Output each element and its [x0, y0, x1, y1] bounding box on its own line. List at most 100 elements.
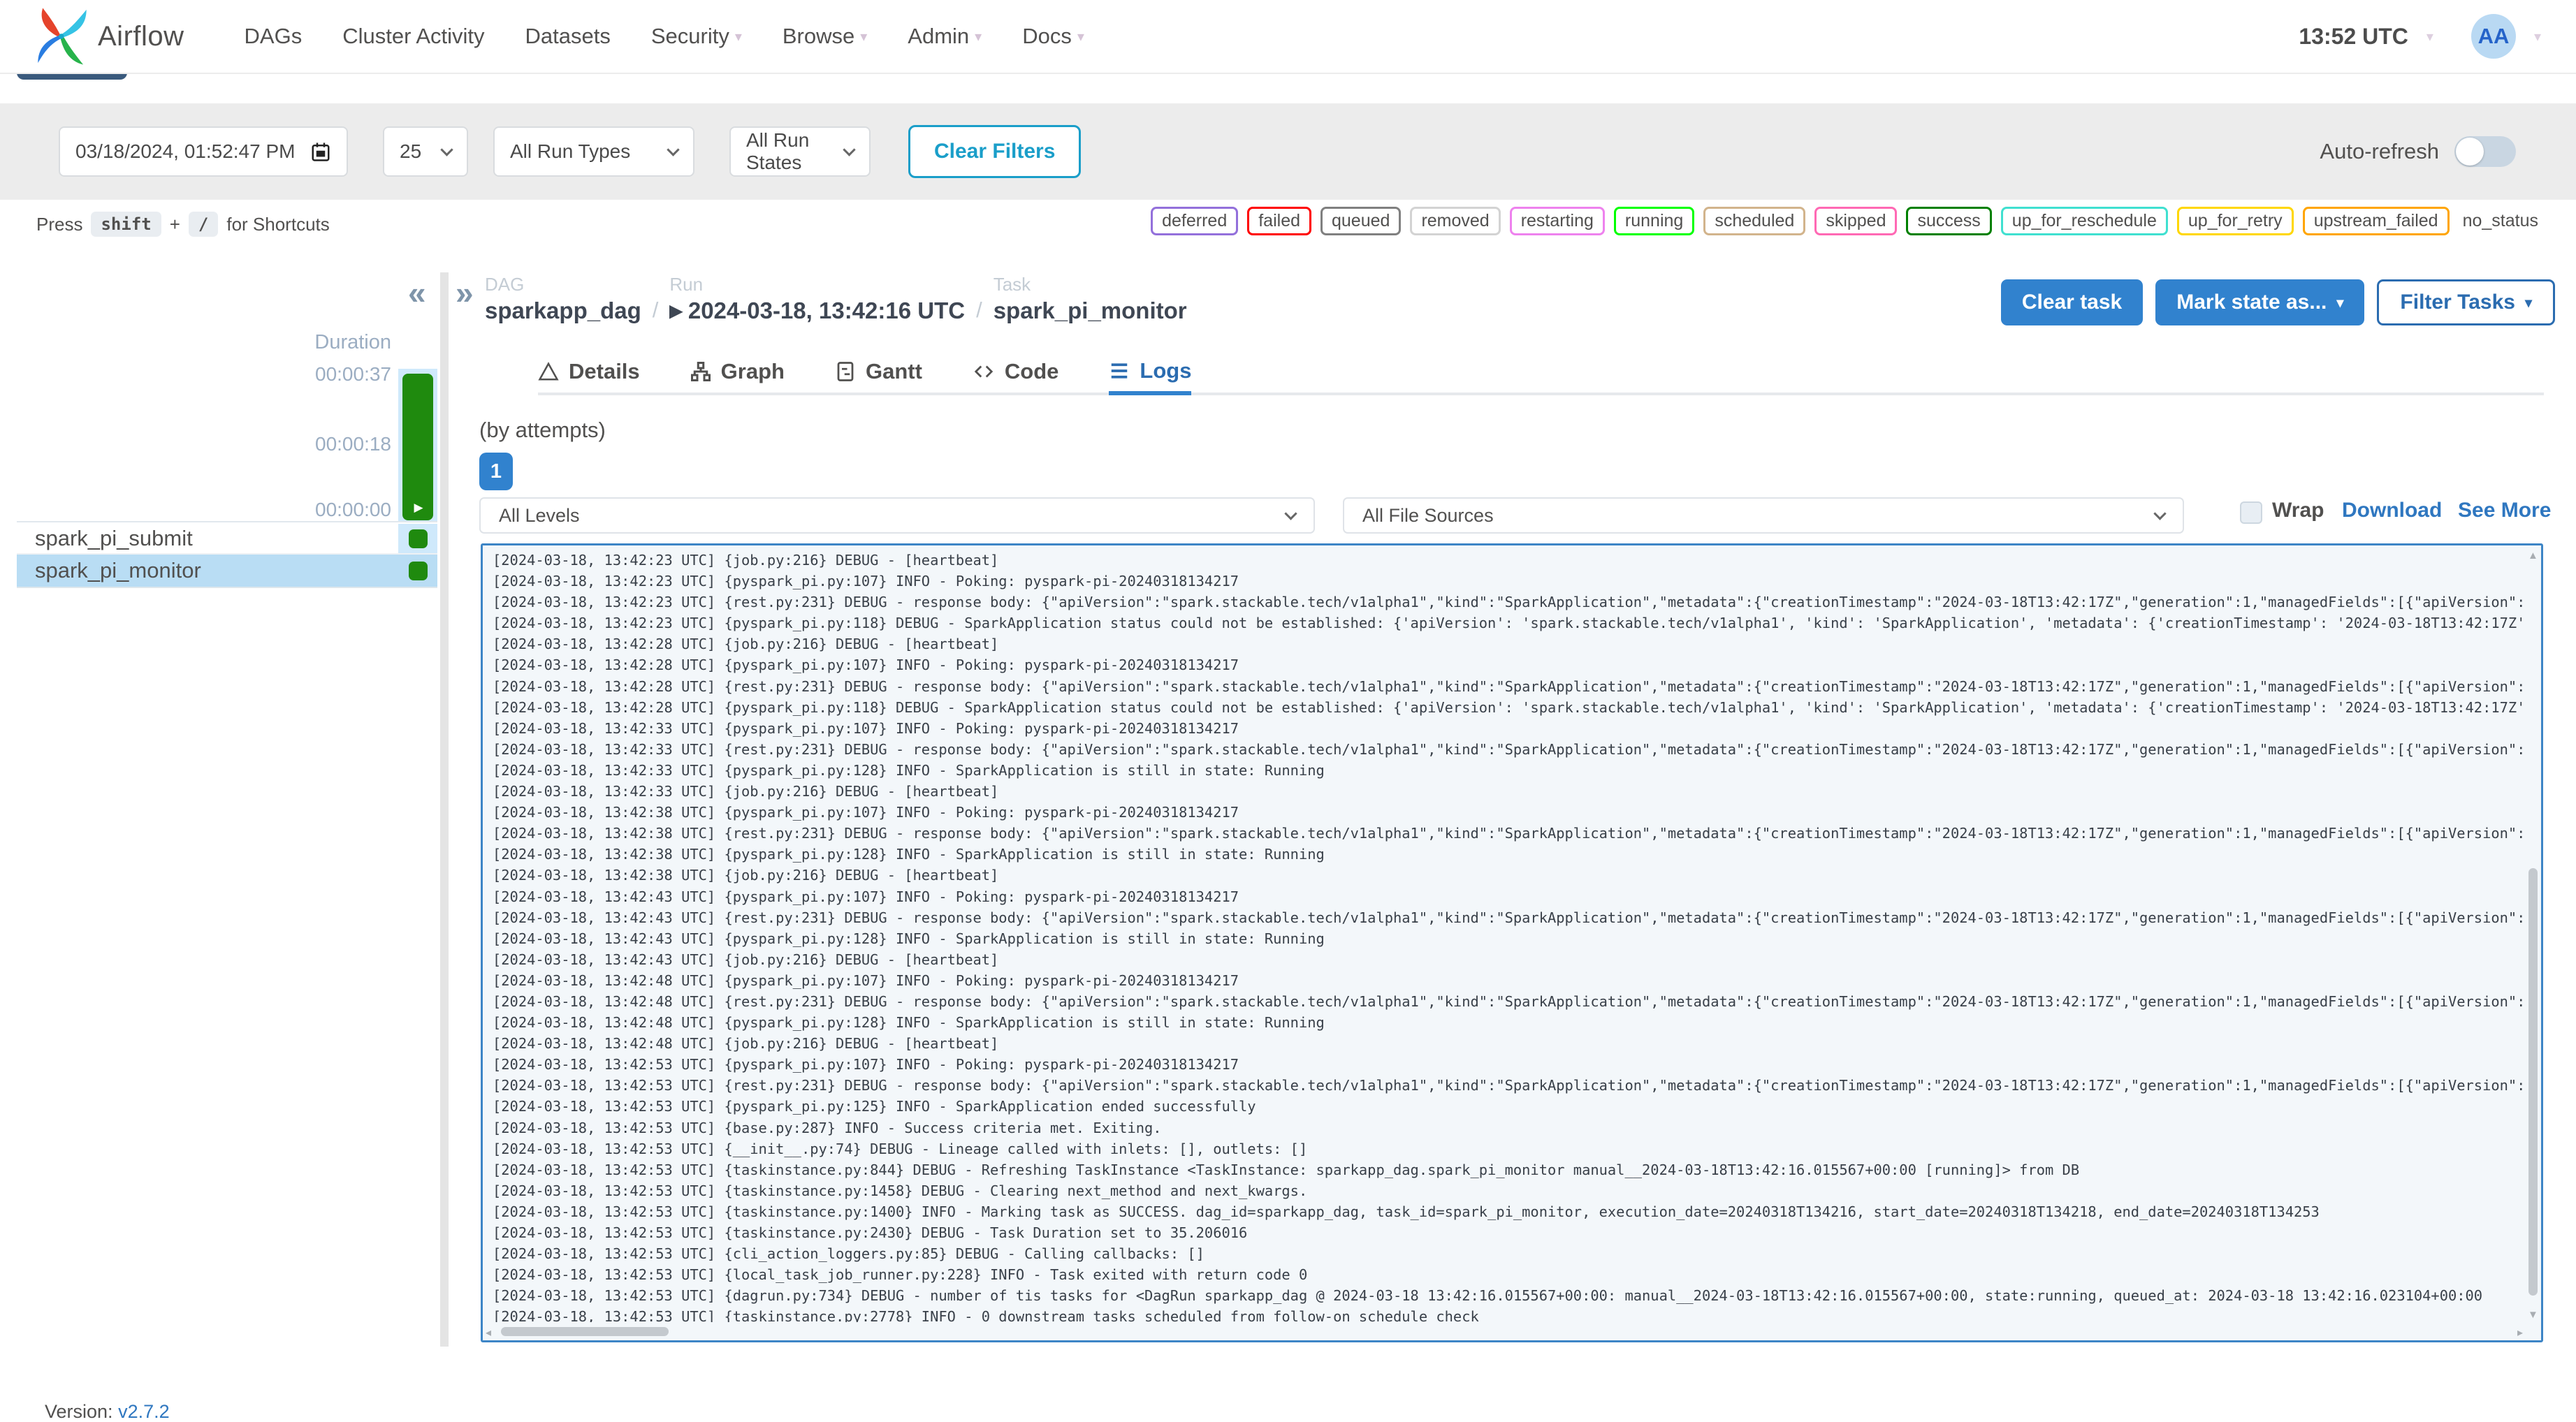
legend-badge-running[interactable]: running	[1613, 207, 1695, 235]
utc-clock[interactable]: 13:52 UTC	[2299, 24, 2408, 50]
nav-item-admin[interactable]: Admin ▾	[908, 24, 982, 49]
log-line: [2024-03-18, 13:42:53 UTC] {pyspark_pi.p…	[493, 1098, 1256, 1115]
code-icon	[974, 365, 994, 378]
horizontal-scrollbar-thumb[interactable]	[501, 1327, 669, 1336]
version-link[interactable]: v2.7.2	[118, 1401, 170, 1422]
nav-item-docs[interactable]: Docs ▾	[1022, 24, 1084, 49]
scroll-left-arrow-icon[interactable]: ◂	[486, 1326, 491, 1340]
tab-graph-label: Graph	[720, 359, 785, 383]
legend-badge-failed[interactable]: failed	[1247, 207, 1311, 235]
nav-item-label: Browse	[782, 24, 855, 48]
task-row-spark_pi_monitor[interactable]: spark_pi_monitor	[17, 555, 437, 588]
breadcrumb-dag-label: DAG	[485, 274, 525, 295]
breadcrumb-run[interactable]: Run ▶ 2024-03-18, 13:42:16 UTC	[669, 274, 965, 324]
clear-filters-button[interactable]: Clear Filters	[908, 125, 1082, 178]
run-types-select[interactable]: All Run Types	[493, 126, 694, 177]
nav-item-label: Cluster Activity	[342, 24, 485, 48]
attempt-1-button[interactable]: 1	[479, 453, 513, 490]
task-success-indicator[interactable]	[408, 561, 428, 580]
legend-badge-up_for_retry[interactable]: up_for_retry	[2176, 207, 2294, 235]
log-line: [2024-03-18, 13:42:23 UTC] {job.py:216} …	[493, 552, 999, 569]
chevron-down-icon	[667, 142, 680, 156]
shortcuts-hint: Press shift + / for Shortcuts	[36, 212, 330, 237]
manual-run-icon: ▶	[669, 301, 683, 321]
legend-badge-upstream_failed[interactable]: upstream_failed	[2302, 207, 2450, 235]
legend-badge-scheduled[interactable]: scheduled	[1703, 207, 1806, 235]
dag-run-duration-bar[interactable]: ▶	[402, 374, 433, 520]
collapse-sidebar-icon[interactable]: «	[408, 277, 426, 309]
chevron-down-icon: ▾	[2336, 295, 2344, 311]
tab-logs[interactable]: Logs	[1109, 351, 1192, 395]
run-states-value: All Run States	[746, 129, 810, 173]
download-logs-link[interactable]: Download	[2342, 499, 2442, 522]
nav-item-dags[interactable]: DAGs	[245, 24, 303, 49]
clear-task-label: Clear task	[2021, 291, 2123, 314]
tab-graph[interactable]: Graph	[690, 351, 785, 393]
tab-gantt[interactable]: Gantt	[835, 351, 922, 393]
legend-badge-deferred[interactable]: deferred	[1151, 207, 1239, 235]
auto-refresh-toggle[interactable]	[2454, 136, 2516, 167]
nav-item-datasets[interactable]: Datasets	[525, 24, 611, 49]
breadcrumb-dag[interactable]: DAG sparkapp_dag	[485, 274, 641, 324]
scroll-up-arrow-icon[interactable]: ▲	[2528, 550, 2538, 562]
wrap-checkbox[interactable]	[2240, 501, 2262, 524]
breadcrumb-task[interactable]: Task spark_pi_monitor	[994, 274, 1187, 324]
nav-item-label: Security	[650, 24, 729, 48]
log-source-select[interactable]: All File Sources	[1343, 497, 2184, 534]
log-line: [2024-03-18, 13:42:53 UTC] {rest.py:231}…	[493, 1077, 2523, 1094]
avatar[interactable]: AA	[2471, 14, 2516, 59]
chevron-down-icon: ▾	[2533, 29, 2541, 45]
log-line: [2024-03-18, 13:42:28 UTC] {job.py:216} …	[493, 636, 999, 653]
scroll-right-arrow-icon[interactable]: ▸	[2517, 1326, 2523, 1340]
filter-tasks-button[interactable]: Filter Tasks ▾	[2377, 279, 2555, 325]
breadcrumb-task-label: Task	[993, 274, 1031, 295]
task-rows: spark_pi_submit spark_pi_monitor	[17, 524, 437, 588]
logs-icon	[1112, 363, 1128, 379]
tab-code[interactable]: Code	[973, 351, 1059, 393]
nav-item-browse[interactable]: Browse ▾	[783, 24, 867, 49]
see-more-link[interactable]: See More	[2458, 499, 2551, 522]
run-date-input[interactable]: 03/18/2024, 01:52:47 PM	[59, 126, 348, 177]
mark-state-as-button[interactable]: Mark state as... ▾	[2155, 279, 2365, 325]
log-line: [2024-03-18, 13:42:43 UTC] {rest.py:231}…	[493, 909, 2523, 926]
task-row-spark_pi_submit[interactable]: spark_pi_submit	[17, 524, 437, 555]
horizontal-scrollbar[interactable]: ◂ ▸	[484, 1325, 2524, 1339]
task-name: spark_pi_monitor	[35, 558, 201, 582]
legend-badge-restarting[interactable]: restarting	[1509, 207, 1605, 235]
task-success-indicator[interactable]	[408, 529, 428, 548]
legend-badge-up_for_reschedule[interactable]: up_for_reschedule	[2000, 207, 2168, 235]
legend-badge-queued[interactable]: queued	[1320, 207, 1402, 235]
breadcrumb-run-value[interactable]: 2024-03-18, 13:42:16 UTC	[688, 298, 965, 324]
breadcrumb-separator: /	[652, 298, 659, 322]
breadcrumb-dag-value[interactable]: sparkapp_dag	[485, 298, 641, 324]
nav-item-label: Datasets	[525, 24, 611, 48]
legend-badge-skipped[interactable]: skipped	[1814, 207, 1898, 235]
navbar: Airflow DAGs Cluster Activity Datasets Secu…	[0, 0, 2576, 74]
calendar-icon[interactable]	[310, 140, 331, 163]
expand-panel-icon[interactable]: »	[456, 277, 474, 309]
breadcrumb-run-label: Run	[669, 274, 704, 295]
log-level-select[interactable]: All Levels	[479, 497, 1315, 534]
duration-axis-label: Duration	[314, 331, 391, 353]
tab-details[interactable]: Details	[538, 351, 640, 393]
tab-gantt-label: Gantt	[865, 359, 922, 383]
nav-item-cluster-activity[interactable]: Cluster Activity	[342, 24, 484, 49]
log-line: [2024-03-18, 13:42:38 UTC] {pyspark_pi.p…	[493, 846, 1325, 863]
log-line: [2024-03-18, 13:42:33 UTC] {pyspark_pi.p…	[493, 719, 1239, 737]
tab-code-label: Code	[1004, 359, 1059, 383]
nav-item-security[interactable]: Security ▾	[651, 24, 742, 49]
page-size-select[interactable]: 25	[383, 126, 468, 177]
scroll-down-arrow-icon[interactable]: ▼	[2528, 1309, 2538, 1321]
airflow-logo[interactable]: Airflow	[36, 6, 184, 66]
duration-tick: 00:00:18	[315, 433, 391, 455]
vertical-scrollbar[interactable]: ▲ ▼	[2526, 547, 2540, 1324]
clear-task-button[interactable]: Clear task	[2000, 279, 2144, 325]
legend-badge-removed[interactable]: removed	[1410, 207, 1501, 235]
duration-tick: 00:00:37	[315, 363, 391, 385]
vertical-scrollbar-thumb[interactable]	[2528, 868, 2538, 1296]
legend-badge-success[interactable]: success	[1906, 207, 1992, 235]
run-states-select[interactable]: All Run States	[729, 126, 871, 177]
nav-item-label: Docs	[1022, 24, 1072, 48]
panel-splitter-handle[interactable]	[440, 272, 449, 1347]
breadcrumb-task-value[interactable]: spark_pi_monitor	[994, 298, 1187, 324]
